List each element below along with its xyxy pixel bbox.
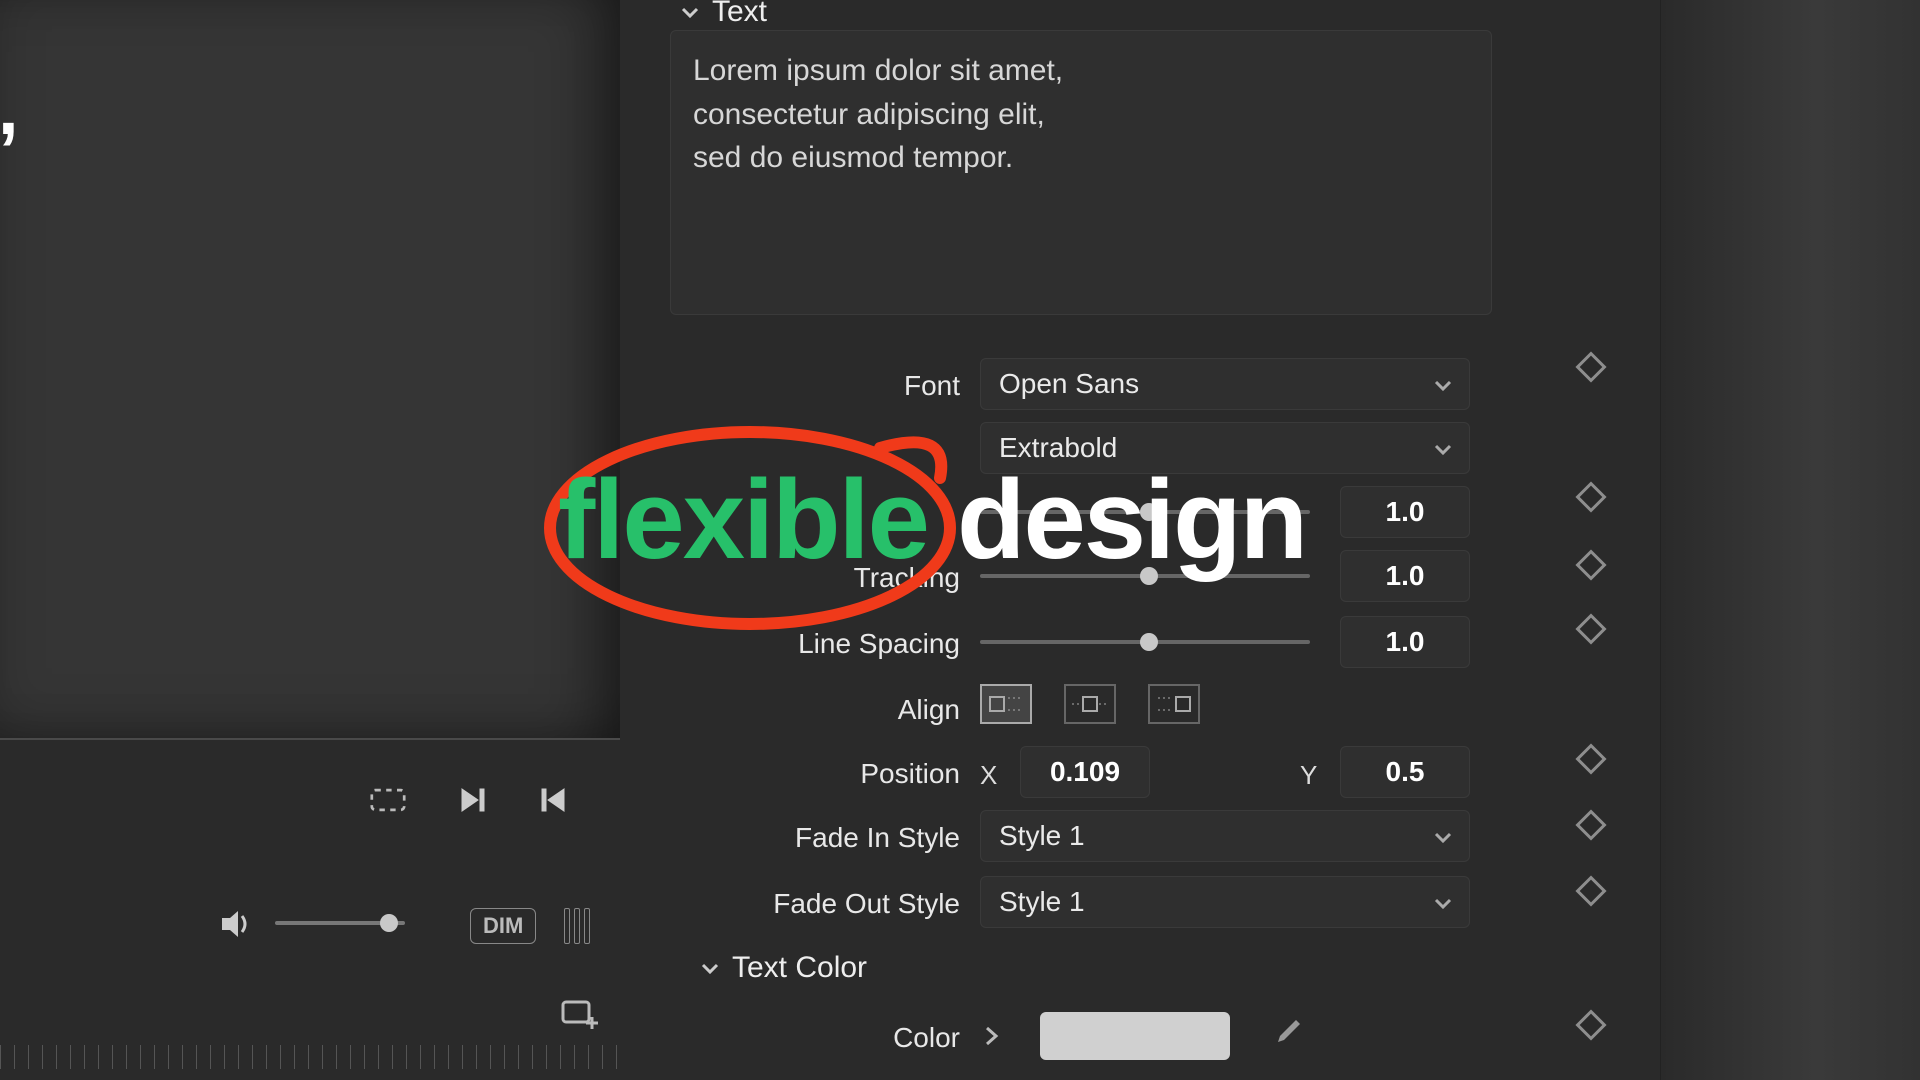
volume-slider[interactable]	[275, 921, 405, 925]
speaker-icon[interactable]	[218, 906, 254, 947]
preview-line-1: t amet,	[0, 50, 19, 168]
preview-viewer: t amet, g elit, or.	[0, 0, 620, 740]
align-left-button[interactable]	[980, 684, 1032, 724]
fade-out-label: Fade Out Style	[700, 888, 960, 920]
line-spacing-slider[interactable]	[980, 640, 1310, 644]
preview-line-2: g elit,	[0, 168, 19, 286]
add-layer-icon	[560, 995, 600, 1031]
keyframe-font[interactable]	[1575, 351, 1606, 382]
keyframe-line-spacing[interactable]	[1575, 613, 1606, 644]
next-button[interactable]	[455, 782, 491, 818]
audio-meter	[560, 908, 596, 944]
chevron-down-icon	[1431, 825, 1455, 849]
keyframe-tracking[interactable]	[1575, 549, 1606, 580]
tracking-label: Tracking	[700, 562, 960, 594]
position-x-label: X	[980, 760, 997, 791]
timeline-bar	[0, 985, 620, 1080]
loop-button[interactable]	[370, 782, 406, 818]
text-color-section-label: Text Color	[732, 951, 867, 985]
keyframe-size[interactable]	[1575, 481, 1606, 512]
align-right-icon	[1154, 694, 1194, 714]
prev-icon	[538, 785, 568, 815]
chevron-down-icon	[1431, 437, 1455, 461]
fade-out-value: Style 1	[999, 886, 1085, 918]
text-section-header[interactable]: Text	[678, 0, 767, 32]
fade-out-dropdown[interactable]: Style 1	[980, 876, 1470, 928]
chevron-down-icon	[1431, 891, 1455, 915]
keyframe-position[interactable]	[1575, 743, 1606, 774]
position-x-input[interactable]: 0.109	[1020, 746, 1150, 798]
preview-line-3: or.	[0, 287, 19, 405]
dim-button[interactable]: DIM	[470, 908, 536, 944]
text-color-section-header[interactable]: Text Color	[698, 948, 867, 988]
prev-button[interactable]	[535, 782, 571, 818]
color-swatch[interactable]	[1040, 1012, 1230, 1060]
font-weight-dropdown[interactable]: Extrabold	[980, 422, 1470, 474]
volume-slider-thumb[interactable]	[380, 914, 398, 932]
line-spacing-slider-thumb[interactable]	[1140, 633, 1158, 651]
position-label: Position	[700, 758, 960, 790]
align-left-icon	[986, 694, 1026, 714]
align-label: Align	[700, 694, 960, 726]
transport-controls	[0, 740, 620, 860]
timeline-ruler[interactable]	[0, 1045, 620, 1069]
font-value: Open Sans	[999, 368, 1139, 400]
loop-icon	[370, 785, 406, 815]
inspector-panel: Text Lorem ipsum dolor sit amet, consect…	[640, 0, 1520, 1080]
size-slider-thumb[interactable]	[1140, 503, 1158, 521]
tracking-slider-thumb[interactable]	[1140, 567, 1158, 585]
add-layer-button[interactable]	[560, 995, 600, 1036]
eyedropper-icon	[1270, 1016, 1304, 1050]
next-icon	[458, 785, 488, 815]
align-center-icon	[1070, 694, 1110, 714]
eyedropper-button[interactable]	[1270, 1016, 1304, 1055]
keyframe-fade-out[interactable]	[1575, 875, 1606, 906]
text-section-label: Text	[712, 0, 767, 29]
preview-text-block: t amet, g elit, or.	[0, 50, 19, 405]
chevron-down-icon	[678, 0, 702, 24]
position-y-input[interactable]: 0.5	[1340, 746, 1470, 798]
line-spacing-label: Line Spacing	[700, 628, 960, 660]
right-edge-strip	[1660, 0, 1920, 1080]
fade-in-value: Style 1	[999, 820, 1085, 852]
line-spacing-value-input[interactable]: 1.0	[1340, 616, 1470, 668]
keyframe-color[interactable]	[1575, 1009, 1606, 1040]
tracking-value-input[interactable]: 1.0	[1340, 550, 1470, 602]
speaker-icon-svg	[218, 906, 254, 942]
font-weight-value: Extrabold	[999, 432, 1117, 464]
fade-in-dropdown[interactable]: Style 1	[980, 810, 1470, 862]
chevron-down-icon	[1431, 373, 1455, 397]
align-right-button[interactable]	[1148, 684, 1200, 724]
keyframe-column	[1580, 0, 1640, 1080]
keyframe-fade-in[interactable]	[1575, 809, 1606, 840]
volume-row: DIM	[0, 890, 620, 960]
size-slider[interactable]	[980, 510, 1310, 514]
color-label: Color	[700, 1022, 960, 1054]
chevron-right-icon	[982, 1024, 1002, 1048]
chevron-down-icon	[698, 956, 722, 980]
font-label: Font	[700, 370, 960, 402]
text-content-input[interactable]: Lorem ipsum dolor sit amet, consectetur …	[670, 30, 1492, 315]
align-center-button[interactable]	[1064, 684, 1116, 724]
color-expand-button[interactable]	[982, 1024, 1002, 1053]
size-value-input[interactable]: 1.0	[1340, 486, 1470, 538]
fade-in-label: Fade In Style	[700, 822, 960, 854]
tracking-slider[interactable]	[980, 574, 1310, 578]
position-y-label: Y	[1300, 760, 1317, 791]
font-dropdown[interactable]: Open Sans	[980, 358, 1470, 410]
